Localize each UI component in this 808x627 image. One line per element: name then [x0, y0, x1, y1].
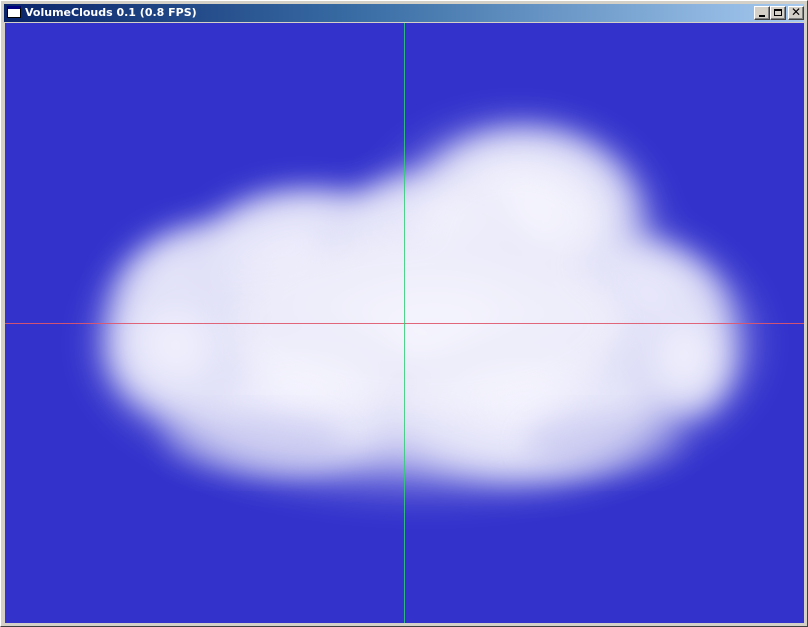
render-viewport[interactable]	[5, 23, 804, 623]
minimize-button[interactable]	[754, 6, 770, 20]
close-icon: ✕	[790, 5, 802, 19]
window-title: VolumeClouds 0.1 (0.8 FPS)	[25, 6, 197, 19]
title-bar[interactable]: VolumeClouds 0.1 (0.8 FPS) ✕	[4, 4, 804, 22]
app-window-icon[interactable]	[7, 6, 21, 18]
maximize-button[interactable]	[770, 6, 786, 20]
y-axis-line	[404, 23, 405, 623]
close-button[interactable]: ✕	[788, 6, 804, 20]
maximize-icon	[774, 9, 782, 16]
minimize-icon	[759, 15, 765, 17]
app-window: VolumeClouds 0.1 (0.8 FPS) ✕	[0, 0, 808, 627]
